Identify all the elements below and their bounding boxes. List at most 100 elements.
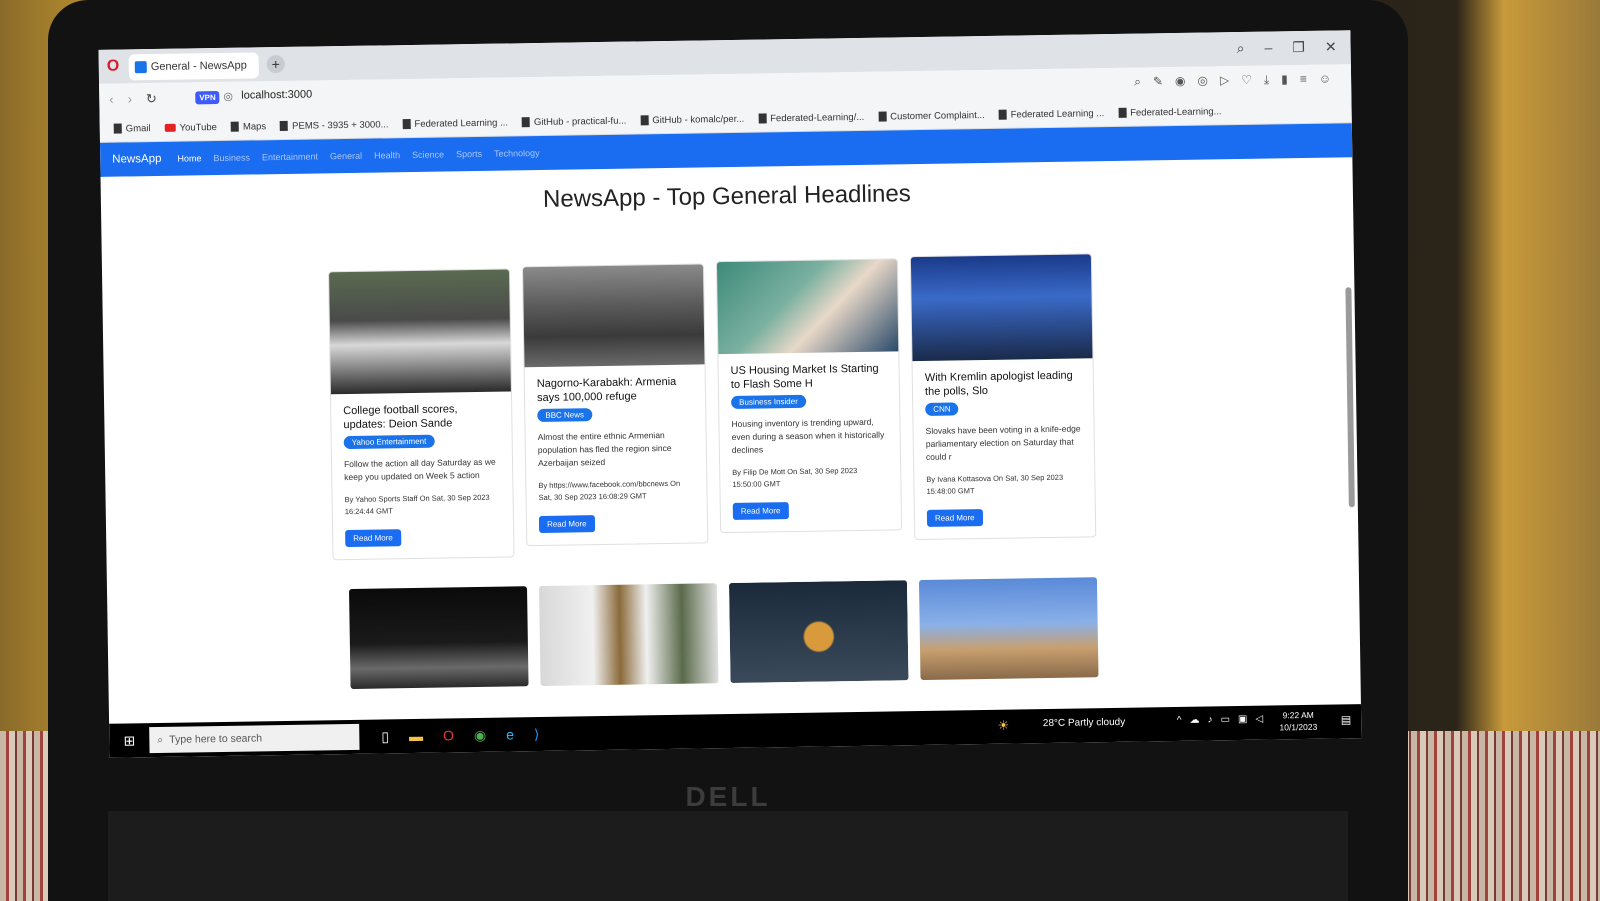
notification-icon[interactable]: ▤ bbox=[1341, 713, 1352, 726]
search-tabs-icon[interactable]: ⌕ bbox=[1237, 40, 1245, 57]
windows-start-icon[interactable]: ⊞ bbox=[109, 732, 149, 750]
bookmark-gmail[interactable]: Gmail bbox=[113, 123, 151, 135]
page-content: NewsApp - Top General Headlines College … bbox=[101, 157, 1361, 725]
nav-link-business[interactable]: Business bbox=[213, 153, 250, 164]
site-info-icon[interactable]: ◎ bbox=[223, 90, 233, 103]
nav-link-general[interactable]: General bbox=[330, 151, 362, 162]
page-scrollbar[interactable] bbox=[1345, 287, 1355, 508]
news-image-housing bbox=[716, 259, 899, 355]
nav-link-sports[interactable]: Sports bbox=[456, 149, 482, 159]
nav-link-health[interactable]: Health bbox=[374, 150, 400, 160]
chrome-icon[interactable]: ◉ bbox=[474, 726, 486, 743]
network-icon[interactable]: ▣ bbox=[1238, 714, 1248, 725]
news-card: College football scores, updates: Deion … bbox=[328, 268, 515, 561]
microphone-icon[interactable]: ♪ bbox=[1207, 714, 1212, 725]
bookmark-github-2[interactable]: GitHub - komalc/per... bbox=[640, 113, 744, 126]
nav-link-home[interactable]: Home bbox=[177, 153, 201, 163]
news-title: Nagorno-Karabakh: Armenia says 100,000 r… bbox=[536, 375, 677, 405]
bookmark-icon bbox=[521, 117, 531, 128]
bookmark-customer-complaint[interactable]: Customer Complaint... bbox=[878, 109, 985, 122]
file-explorer-icon[interactable]: ▬ bbox=[409, 727, 423, 744]
minimize-icon[interactable]: – bbox=[1264, 39, 1272, 56]
news-card: With Kremlin apologist leading the polls… bbox=[909, 253, 1097, 541]
read-more-button[interactable]: Read More bbox=[926, 509, 983, 527]
clock-time: 9:22 AM bbox=[1282, 709, 1314, 721]
taskbar-search[interactable]: ⌕ Type here to search bbox=[149, 723, 360, 754]
edit-icon[interactable]: ✎ bbox=[1153, 74, 1163, 89]
back-icon[interactable]: ‹ bbox=[109, 92, 114, 108]
news-image-police bbox=[538, 583, 719, 687]
bookmark-icon bbox=[1118, 107, 1127, 118]
news-image-slovakia bbox=[910, 254, 1093, 362]
bookmark-github-1[interactable]: GitHub - practical-fu... bbox=[521, 115, 626, 128]
news-meta: By https://www.facebook.com/bbcnews On S… bbox=[538, 478, 681, 503]
reload-icon[interactable]: ↻ bbox=[146, 91, 157, 107]
read-more-button[interactable]: Read More bbox=[732, 502, 789, 520]
search-icon[interactable]: ⌕ bbox=[1134, 75, 1141, 90]
vscode-icon[interactable]: ⟩ bbox=[534, 726, 540, 743]
taskbar-clock[interactable]: 9:22 AM 10/1/2023 bbox=[1279, 709, 1317, 734]
news-image-moon bbox=[728, 580, 909, 684]
vpn-icon[interactable]: ◎ bbox=[1197, 73, 1208, 88]
nav-link-entertainment[interactable]: Entertainment bbox=[262, 151, 318, 162]
menu-icon[interactable]: ≡ bbox=[1300, 72, 1307, 87]
news-meta: By Filip De Mott On Sat, 30 Sep 2023 15:… bbox=[732, 466, 858, 489]
forward-icon[interactable]: › bbox=[128, 91, 133, 107]
bookmark-icon bbox=[280, 120, 289, 132]
url-field[interactable]: localhost:3000 bbox=[241, 89, 312, 102]
bookmark-federated-3[interactable]: Federated Learning ... bbox=[998, 108, 1104, 121]
vpn-badge[interactable]: VPN bbox=[195, 90, 220, 105]
bookmark-icon bbox=[113, 123, 122, 134]
news-description: Slovaks have been voting in a knife-edge… bbox=[925, 423, 1081, 462]
download-icon[interactable]: ⤓ bbox=[1264, 72, 1270, 87]
news-title: US Housing Market Is Starting to Flash S… bbox=[730, 362, 879, 391]
read-more-button[interactable]: Read More bbox=[538, 515, 595, 534]
taskbar-search-placeholder: Type here to search bbox=[169, 732, 263, 746]
clock-date: 10/1/2023 bbox=[1279, 721, 1318, 733]
task-view-icon[interactable]: ▯ bbox=[381, 728, 389, 745]
weather-icon[interactable]: ☀ bbox=[997, 718, 1009, 734]
news-image-armenia bbox=[522, 264, 705, 368]
bookmark-pems[interactable]: PEMS - 3935 + 3000... bbox=[280, 119, 389, 132]
close-icon[interactable]: ✕ bbox=[1325, 38, 1337, 55]
news-description: Follow the action all day Saturday as we… bbox=[343, 456, 496, 483]
bookmark-federated-4[interactable]: Federated-Learning... bbox=[1118, 106, 1222, 119]
news-cards-row-2 bbox=[349, 577, 1099, 689]
bookmark-maps[interactable]: Maps bbox=[230, 121, 266, 133]
profile-icon[interactable]: ☺ bbox=[1319, 72, 1331, 87]
nav-link-technology[interactable]: Technology bbox=[494, 148, 540, 159]
tab-favicon-icon bbox=[134, 61, 147, 74]
news-title: College football scores, updates: Deion … bbox=[343, 403, 458, 432]
camera-icon[interactable]: ◉ bbox=[1175, 74, 1186, 89]
read-more-button[interactable]: Read More bbox=[345, 529, 401, 548]
news-card: Nagorno-Karabakh: Armenia says 100,000 r… bbox=[521, 263, 709, 547]
restore-icon[interactable]: ❐ bbox=[1292, 39, 1305, 56]
edge-icon[interactable]: e bbox=[506, 726, 514, 743]
source-badge: Business Insider bbox=[731, 394, 806, 409]
bookmark-federated-2[interactable]: Federated-Learning/... bbox=[758, 111, 864, 124]
cloud-icon[interactable]: ☁ bbox=[1189, 715, 1199, 726]
new-tab-button[interactable]: + bbox=[266, 54, 285, 74]
bookmark-federated-1[interactable]: Federated Learning ... bbox=[402, 117, 508, 130]
battery-icon[interactable]: ▭ bbox=[1220, 714, 1230, 725]
bookmark-youtube[interactable]: YouTube bbox=[164, 122, 217, 134]
chevron-up-icon[interactable]: ^ bbox=[1177, 715, 1182, 726]
heart-icon[interactable]: ♡ bbox=[1241, 73, 1252, 88]
laptop-base bbox=[108, 811, 1348, 901]
news-image-stadium bbox=[918, 577, 1099, 681]
play-icon[interactable]: ▷ bbox=[1220, 73, 1229, 88]
bookmark-icon bbox=[230, 121, 239, 132]
weather-widget[interactable]: 28°C Partly cloudy bbox=[1043, 717, 1126, 729]
opera-browser-icon[interactable]: O bbox=[443, 727, 454, 744]
nav-link-science[interactable]: Science bbox=[412, 149, 444, 160]
system-tray: ^ ☁ ♪ ▭ ▣ ◁ bbox=[1177, 714, 1263, 726]
opera-logo-icon[interactable]: O bbox=[107, 57, 125, 75]
browser-toolbar: ⌕ ✎ ◉ ◎ ▷ ♡ ⤓ ▮ ≡ ☺ bbox=[1134, 72, 1331, 90]
wallet-icon[interactable]: ▮ bbox=[1281, 72, 1288, 87]
navbar-brand[interactable]: NewsApp bbox=[112, 153, 161, 166]
news-meta: By Ivana Kottasova On Sat, 30 Sep 2023 1… bbox=[926, 472, 1064, 496]
browser-tab[interactable]: General - NewsApp bbox=[128, 52, 259, 81]
source-badge: BBC News bbox=[537, 408, 593, 423]
source-badge: CNN bbox=[925, 402, 959, 416]
volume-icon[interactable]: ◁ bbox=[1255, 714, 1263, 725]
